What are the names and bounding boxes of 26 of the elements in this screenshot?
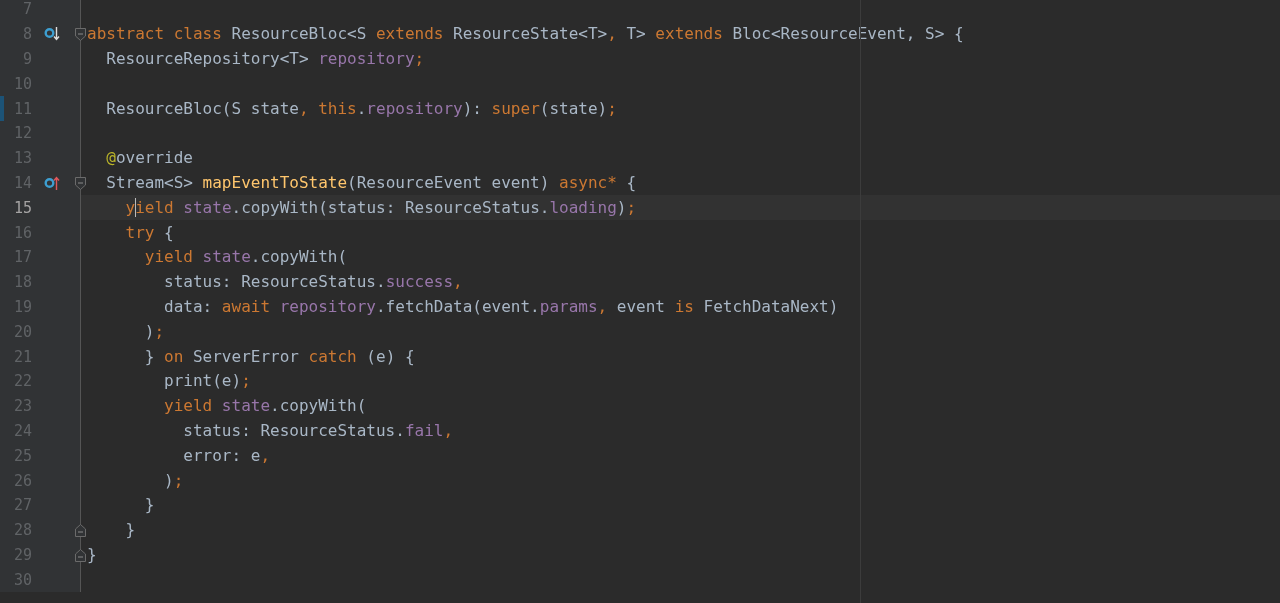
code-line: yield state.copyWith( — [163, 396, 367, 417]
code-line: abstract class ResourceBloc<S extends ResourceState<T>, T> extends Bloc<ResourceEvent, S> { — [87, 24, 964, 45]
code-line: error: e, — [182, 445, 271, 466]
code-line: ); — [143, 321, 165, 342]
code-line: print(e); — [163, 371, 251, 392]
code-line: try { — [124, 222, 174, 243]
code-line: status: ResourceStatus.success, — [163, 272, 463, 293]
code-line: } — [143, 495, 155, 516]
code-line: } on ServerError catch (e) { — [143, 346, 415, 367]
code-line: } — [124, 520, 136, 541]
code-line: data: await repository.fetchData(event.params, event is FetchDataNext) — [163, 296, 839, 317]
code-line: Stream<S> mapEventToState(ResourceEvent event) async* { — [105, 172, 637, 193]
code-line: ResourceRepository<T> repository; — [105, 49, 425, 69]
code-line: ResourceBloc(S state, this.repository): super(state); — [105, 98, 617, 119]
fold-marker-icon[interactable] — [75, 176, 86, 190]
code-line: status: ResourceStatus.fail, — [182, 420, 454, 441]
code-line: yield state.copyWith( — [143, 247, 348, 268]
fold-marker-icon[interactable] — [75, 523, 86, 537]
line-number: 15 — [12, 198, 32, 217]
code-line: ); — [163, 470, 184, 491]
override-up-arrow-icon[interactable] — [44, 174, 60, 191]
fold-marker-icon[interactable] — [75, 27, 86, 41]
code-line: @override — [105, 148, 193, 169]
implemented-down-arrow-icon[interactable] — [44, 26, 60, 43]
code-line: } — [87, 544, 97, 565]
fold-marker-icon[interactable] — [75, 548, 86, 562]
